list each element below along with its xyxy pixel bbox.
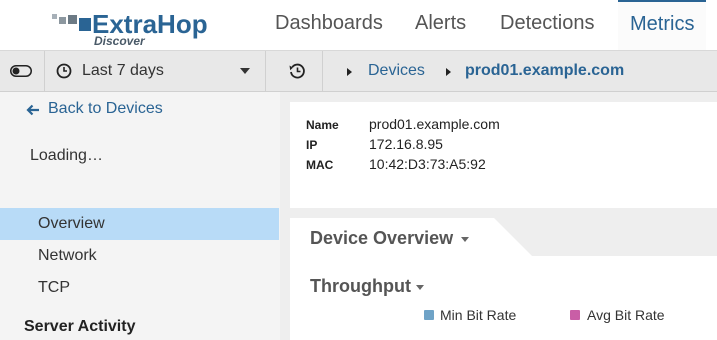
- throughput-chart-title[interactable]: Throughput: [310, 276, 411, 297]
- panel-title: Device Overview: [310, 228, 454, 248]
- sidebar-item-network[interactable]: Network: [0, 240, 279, 272]
- toolbar-divider: [44, 51, 45, 91]
- arrow-left-icon[interactable]: [26, 104, 40, 116]
- caret-right-icon: [347, 68, 352, 76]
- device-overview-tab[interactable]: Device Overview: [290, 218, 532, 256]
- time-range-selector[interactable]: Last 7 days: [48, 51, 264, 91]
- toolbar-divider: [322, 51, 323, 91]
- extrahop-logo-icon: [52, 14, 91, 31]
- breadcrumb-devices[interactable]: Devices: [368, 62, 425, 80]
- legend-avg-bit-rate: Avg Bit Rate: [587, 307, 665, 323]
- sidebar-item-overview[interactable]: Overview: [0, 208, 279, 240]
- breadcrumb-current-device[interactable]: prod01.example.com: [465, 62, 624, 80]
- clock-icon: [56, 63, 72, 79]
- toggle-icon[interactable]: [10, 65, 32, 77]
- brand-product: Discover: [94, 34, 145, 48]
- app-header: ExtraHop Discover Dashboards Alerts Dete…: [0, 0, 717, 52]
- sidebar-item-tcp[interactable]: TCP: [0, 272, 279, 304]
- chevron-down-icon: [240, 68, 250, 74]
- sidebar-section-server-activity: Server Activity: [24, 318, 136, 335]
- device-mac-value: 10:42:D3:73:A5:92: [369, 156, 486, 172]
- caret-right-icon: [446, 68, 451, 76]
- nav-detections[interactable]: Detections: [500, 0, 595, 50]
- device-overview-panel: Throughput Min Bit Rate Avg Bit Rate: [290, 256, 717, 340]
- legend-swatch-min: [424, 310, 434, 320]
- legend-min-bit-rate: Min Bit Rate: [440, 307, 517, 323]
- device-ip-value: 172.16.8.95: [369, 136, 443, 152]
- device-name-value: prod01.example.com: [369, 116, 500, 132]
- nav-alerts[interactable]: Alerts: [415, 0, 466, 50]
- legend-swatch-avg: [570, 310, 580, 320]
- nav-metrics[interactable]: Metrics: [618, 0, 707, 52]
- tab-corner: [494, 218, 532, 256]
- time-range-label: Last 7 days: [82, 62, 164, 79]
- device-mac-key: MAC: [306, 158, 334, 172]
- main-content: Name prod01.example.com IP 172.16.8.95 M…: [280, 92, 717, 340]
- back-to-devices-link[interactable]: Back to Devices: [48, 100, 163, 118]
- nav-dashboards[interactable]: Dashboards: [275, 0, 383, 50]
- history-icon[interactable]: [288, 62, 306, 80]
- device-name-key: Name: [306, 118, 339, 132]
- chevron-down-icon: [461, 237, 469, 242]
- device-ip-key: IP: [306, 138, 318, 152]
- brand-logo[interactable]: ExtraHop Discover: [52, 8, 222, 48]
- toolbar-divider: [265, 51, 266, 91]
- global-toolbar: Last 7 days Devices prod01.example.com: [0, 50, 717, 92]
- device-sidebar: Back to Devices Loading… Overview Networ…: [0, 92, 280, 340]
- loading-text: Loading…: [30, 147, 103, 164]
- device-details-card: Name prod01.example.com IP 172.16.8.95 M…: [290, 102, 717, 208]
- chevron-down-icon[interactable]: [416, 285, 424, 290]
